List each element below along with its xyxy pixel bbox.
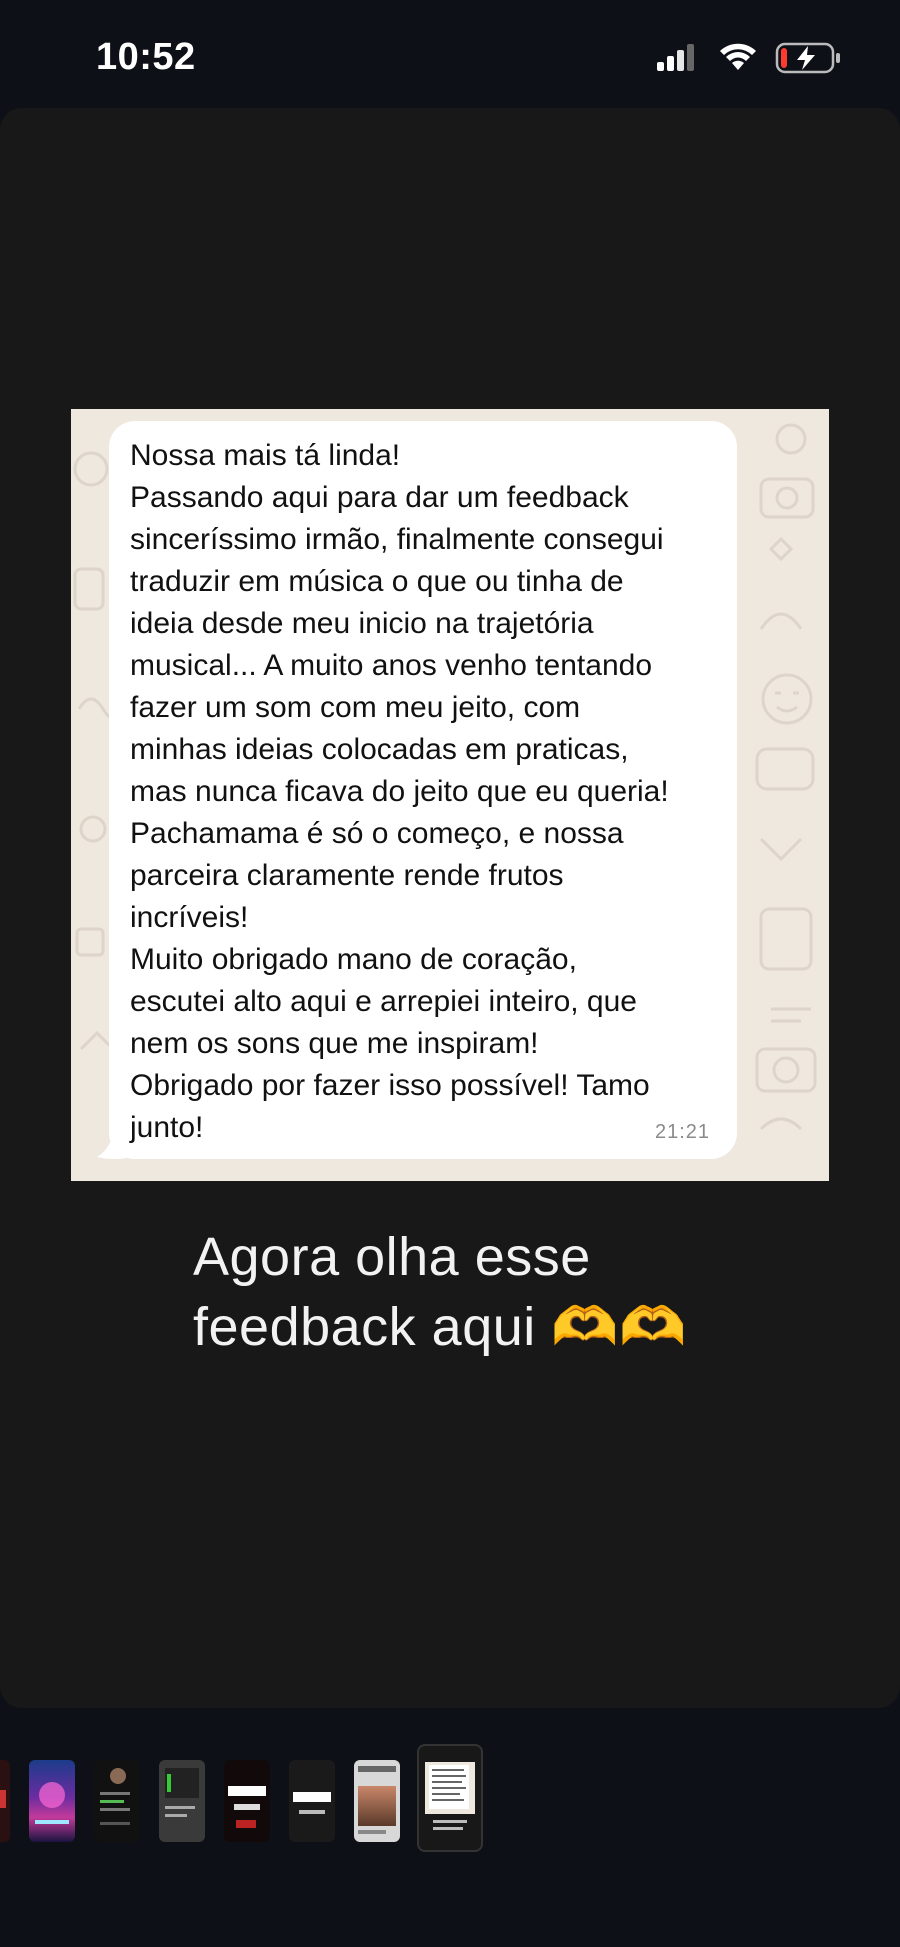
thumb-current-selected[interactable] (417, 1744, 483, 1852)
message-line: mas nunca ficava do jeito que eu queria! (130, 775, 669, 808)
chat-screenshot: Nossa mais tá linda! Passando aqui para … (71, 409, 829, 1181)
story-caption[interactable]: Agora olha esse feedback aqui 🫶🫶 (193, 1222, 687, 1362)
message-line: escutei alto aqui e arrepiei inteiro, qu… (130, 985, 637, 1018)
message-line: Passando aqui para dar um feedback (130, 481, 629, 514)
message-line: traduzir em música o que ou tinha de (130, 565, 624, 598)
message-line: junto! (130, 1111, 204, 1144)
wifi-icon (720, 43, 756, 70)
message-line: minhas ideias colocadas em praticas, (130, 733, 629, 766)
thumb-partial-left[interactable] (0, 1760, 10, 1842)
caption-line-2: feedback aqui 🫶🫶 (193, 1297, 687, 1357)
message-line: sinceríssimo irmão, finalmente consegui (130, 523, 664, 556)
cellular-signal-icon (657, 44, 694, 71)
thumb-dark-profile[interactable] (94, 1760, 140, 1842)
status-bar: 10:52 (0, 0, 900, 110)
message-line: nem os sons que me inspiram! (130, 1027, 539, 1060)
message-line: Obrigado por fazer isso possível! Tamo (130, 1069, 650, 1102)
message-line: incríveis! (130, 901, 249, 934)
status-time: 10:52 (96, 36, 196, 78)
message-line: musical... A muito anos venho tentando (130, 649, 652, 682)
message-timestamp: 21:21 (655, 1121, 711, 1143)
thumb-dark-text-red[interactable] (224, 1760, 270, 1842)
thumb-chat-gray[interactable] (159, 1760, 205, 1842)
thumb-neon-poster[interactable] (29, 1760, 75, 1842)
message-line: Muito obrigado mano de coração, (130, 943, 577, 976)
battery-charging-low-icon (775, 42, 840, 74)
thumb-dark-text[interactable] (289, 1760, 335, 1842)
thumb-photo-person[interactable] (354, 1760, 400, 1842)
message-line: Pachamama é só o começo, e nossa (130, 817, 624, 850)
message-text: Nossa mais tá linda! Passando aqui para … (130, 435, 730, 1149)
message-line: parceira claramente rende frutos (130, 859, 564, 892)
story-thumbnail-strip (0, 1740, 900, 1852)
caption-line-1: Agora olha esse (193, 1227, 591, 1287)
message-line: ideia desde meu inicio na trajetória (130, 607, 594, 640)
message-line: fazer um som com meu jeito, com (130, 691, 581, 724)
message-line: Nossa mais tá linda! (130, 439, 401, 472)
